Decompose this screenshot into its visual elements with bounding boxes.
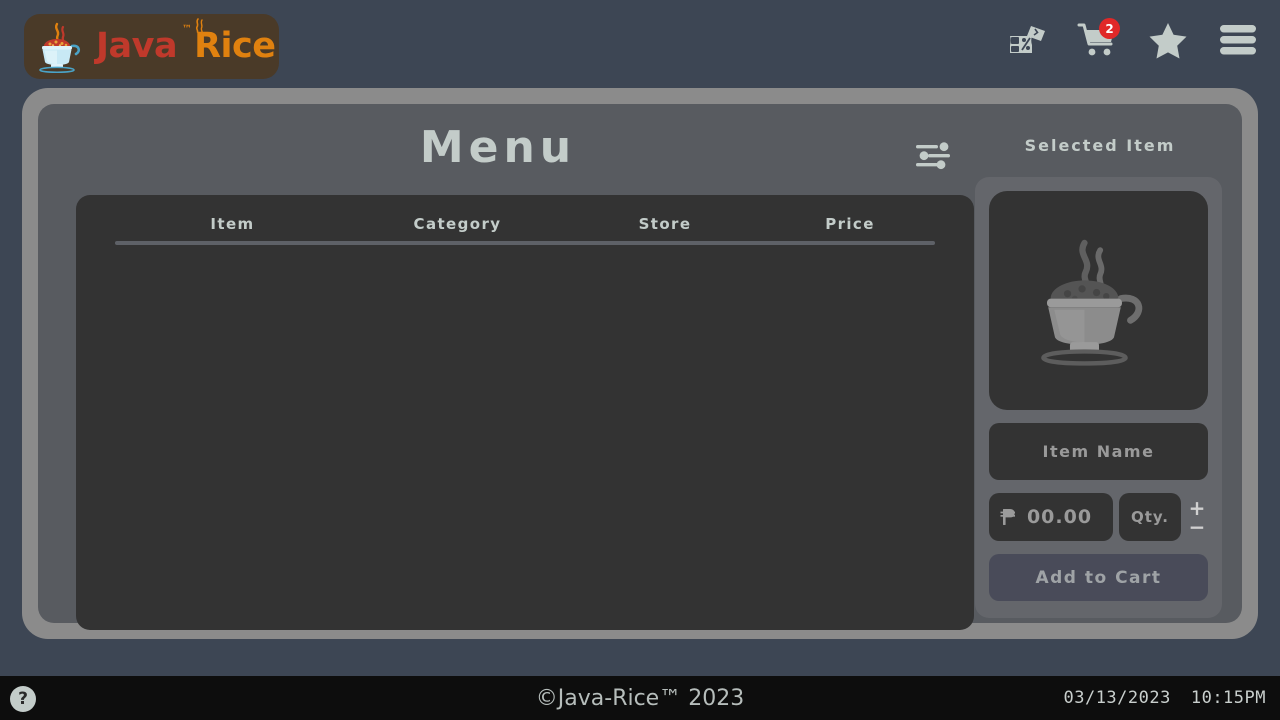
footer-date: 03/13/2023	[1063, 688, 1171, 708]
sliders-filter-icon[interactable]	[910, 136, 956, 176]
cart-icon[interactable]: 2	[1076, 18, 1120, 62]
rice-bowl-placeholder-icon	[1040, 239, 1142, 366]
footer-bar: ? ©Java-Rice™ 2023 03/13/2023 10:15PM	[0, 676, 1280, 720]
rice-bowl-logo-icon	[39, 22, 81, 73]
price-qty-row: 00.00 Qty. + −	[989, 493, 1208, 541]
logo-text-java: Java	[96, 26, 178, 66]
table-header: Item Category Store Price	[76, 195, 974, 245]
price-value: 00.00	[1026, 506, 1093, 528]
main-window-panel: Menu Item Category Store Price Selected …	[38, 104, 1242, 630]
voucher-icon[interactable]	[1006, 18, 1050, 62]
favorites-star-icon[interactable]	[1146, 18, 1190, 62]
quantity-decrement-button[interactable]: −	[1189, 517, 1206, 537]
top-bar: Java Rice ™ 2	[0, 0, 1280, 92]
main-window-frame: Menu Item Category Store Price Selected …	[22, 88, 1258, 639]
topbar-actions: 2	[1006, 18, 1260, 62]
logo-steam-icon	[195, 18, 203, 33]
item-name-field[interactable]: Item Name	[989, 423, 1208, 480]
page-title: Menu	[419, 122, 577, 173]
table-body-empty	[76, 239, 974, 599]
footer-time: 10:15PM	[1190, 688, 1266, 708]
selected-item-panel: Selected Item Item Name 00.00 Qty. + − A…	[975, 120, 1225, 623]
quantity-increment-button[interactable]: +	[1189, 498, 1206, 518]
column-header-category[interactable]: Category	[350, 215, 565, 233]
trademark-symbol: ™	[182, 24, 192, 35]
item-image-placeholder[interactable]	[989, 191, 1208, 410]
quantity-stepper: + −	[1186, 498, 1208, 537]
peso-sign-icon	[1000, 509, 1015, 525]
column-header-item[interactable]: Item	[115, 215, 350, 233]
selected-item-card: Item Name 00.00 Qty. + − Add to Cart	[975, 177, 1222, 618]
hamburger-menu-icon[interactable]	[1216, 18, 1260, 62]
logo-wordmark: Java Rice ™	[96, 18, 276, 66]
menu-table: Item Category Store Price	[76, 195, 974, 630]
price-field[interactable]: 00.00	[989, 493, 1113, 541]
quantity-field[interactable]: Qty.	[1119, 493, 1181, 541]
footer-clock: 03/13/2023 10:15PM	[1063, 676, 1266, 720]
column-header-price[interactable]: Price	[765, 215, 935, 233]
add-to-cart-button[interactable]: Add to Cart	[989, 554, 1208, 601]
selected-item-title: Selected Item	[1024, 136, 1176, 155]
column-header-store[interactable]: Store	[565, 215, 765, 233]
app-logo[interactable]: Java Rice ™	[24, 14, 279, 79]
cart-badge: 2	[1099, 18, 1120, 39]
